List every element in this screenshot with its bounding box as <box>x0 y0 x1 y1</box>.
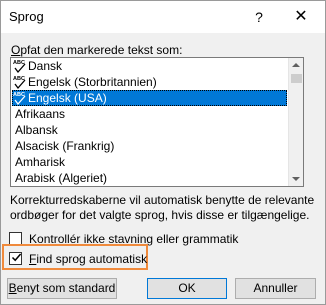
spellcheck-icon: ABC <box>13 92 26 106</box>
checkmark-icon <box>11 253 22 262</box>
detect-language-checkbox[interactable]: Find sprog automatisk <box>9 251 249 267</box>
language-dialog: Sprog ? ✕ Opfat den markerede tekst som:… <box>0 0 326 305</box>
language-label: Afrikaans <box>15 107 66 121</box>
info-text: Korrekturredskaberne vil automatisk beny… <box>10 193 315 222</box>
language-list-item[interactable]: Alsacisk (Frankrig) <box>12 138 287 154</box>
set-default-mnemonic: B <box>8 281 17 295</box>
language-label: Amharisk <box>15 155 66 169</box>
title-bar: Sprog ? ✕ <box>1 1 325 33</box>
dialog-title: Sprog <box>9 9 44 24</box>
language-label: Engelsk (Storbritannien) <box>28 75 157 89</box>
mark-text-as-mnemonic: O <box>11 43 21 57</box>
language-list-item[interactable]: Arabisk (Algeriet) <box>12 170 287 186</box>
language-list-item[interactable]: Albansk <box>12 122 287 138</box>
language-list-items: ABC Dansk ABC Engelsk (Storbritannien) ABC En… <box>11 58 288 186</box>
list-scrollbar[interactable] <box>288 58 303 186</box>
chevron-up-icon <box>292 63 300 67</box>
detect-language-box[interactable] <box>9 252 22 265</box>
language-list-item[interactable]: Afrikaans <box>12 106 287 122</box>
scroll-down-button[interactable] <box>289 171 303 186</box>
spellcheck-icon: ABC <box>13 76 26 90</box>
mark-text-as-text: pfat den markerede tekst som: <box>20 43 183 57</box>
cancel-button[interactable]: Annuller <box>235 278 316 299</box>
chevron-down-icon <box>292 177 300 181</box>
language-label: Dansk <box>28 59 63 73</box>
help-button[interactable]: ? <box>251 8 267 26</box>
set-default-text: enyt som standard <box>16 281 116 295</box>
language-list-item[interactable]: Amharisk <box>12 154 287 170</box>
language-label: Albansk <box>15 123 58 137</box>
detect-language-text: ind sprog automatisk <box>36 252 148 266</box>
language-label: Alsacisk (Frankrig) <box>15 139 115 153</box>
language-label: Arabisk (Algeriet) <box>15 171 108 185</box>
svg-text:ABC: ABC <box>13 76 25 82</box>
ok-button[interactable]: OK <box>147 278 227 299</box>
language-list-item[interactable]: ABC Dansk <box>12 58 287 74</box>
spellcheck-icon: ABC <box>13 60 26 74</box>
scroll-up-button[interactable] <box>289 58 303 73</box>
detect-language-label: Find sprog automatisk <box>29 251 147 267</box>
language-list[interactable]: ABC Dansk ABC Engelsk (Storbritannien) ABC En… <box>10 57 304 187</box>
mark-text-as-label: Opfat den markerede tekst som: <box>11 43 182 57</box>
close-button[interactable]: ✕ <box>290 7 312 27</box>
language-list-item[interactable]: ABC Engelsk (USA) <box>12 90 287 106</box>
svg-text:ABC: ABC <box>13 60 25 66</box>
scroll-thumb[interactable] <box>291 74 302 83</box>
language-list-item[interactable]: ABC Engelsk (Storbritannien) <box>12 74 287 90</box>
language-label: Engelsk (USA) <box>28 91 107 105</box>
svg-text:ABC: ABC <box>13 92 25 98</box>
set-default-button[interactable]: Benyt som standard <box>7 278 117 299</box>
